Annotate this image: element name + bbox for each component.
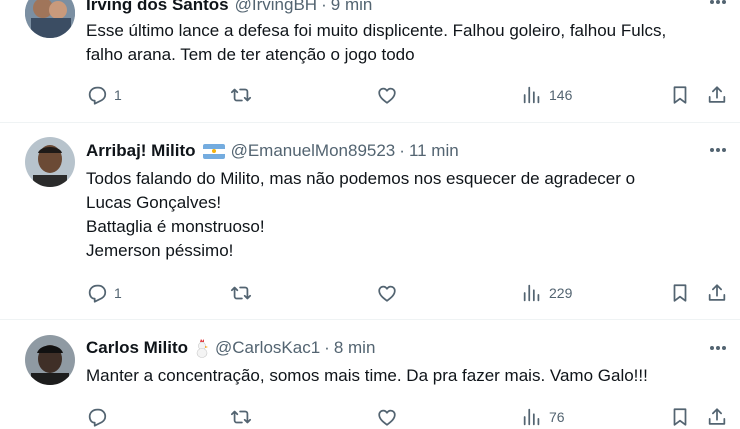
text-line: Esse último lance a defesa foi muito dis… — [86, 21, 667, 40]
author-handle[interactable]: @EmanuelMon89523 — [231, 141, 396, 161]
avatar[interactable] — [25, 335, 75, 385]
text-line: Manter a concentração, somos mais time. … — [86, 366, 648, 385]
timestamp[interactable]: 8 min — [334, 338, 376, 358]
bookmark-button[interactable] — [669, 83, 691, 107]
share-button[interactable] — [706, 405, 728, 429]
separator-dot: · — [399, 141, 405, 160]
more-icon — [710, 148, 714, 152]
text-line: Battaglia é monstruoso! — [86, 217, 265, 236]
like-icon — [378, 409, 396, 426]
author-name[interactable]: Irving dos Santos — [86, 0, 229, 15]
views-icon — [523, 86, 540, 104]
action-bar: 76 — [0, 405, 740, 429]
tweet-text: Todos falando do Milito, mas não podemos… — [86, 167, 726, 263]
text-line: Todos falando do Milito, mas não podemos… — [86, 169, 636, 188]
text-line: Jemerson péssimo! — [86, 241, 234, 260]
timestamp[interactable]: 11 min — [409, 141, 459, 161]
reply-button[interactable]: 1 — [86, 83, 122, 107]
more-icon — [710, 0, 714, 4]
share-icon — [708, 284, 726, 301]
reply-icon — [88, 408, 107, 427]
tweet-header: Arribaj! Milito @EmanuelMon89523 · 11 mi… — [86, 140, 459, 162]
views-icon — [523, 284, 540, 302]
views-icon — [523, 408, 540, 426]
author-handle[interactable]: @CarlosKac1 — [215, 338, 320, 358]
reply-count: 1 — [114, 285, 122, 301]
bookmark-button[interactable] — [669, 405, 691, 429]
views-button[interactable]: 76 — [521, 405, 565, 429]
separator-dot: · — [324, 338, 330, 357]
avatar-photo — [25, 335, 75, 385]
like-button[interactable] — [376, 405, 398, 429]
bookmark-icon — [673, 408, 687, 426]
more-button[interactable] — [706, 0, 730, 14]
like-icon — [378, 285, 396, 302]
share-button[interactable] — [706, 83, 728, 107]
retweet-icon — [230, 88, 252, 102]
retweet-icon — [230, 410, 252, 424]
tweet-1[interactable]: Irving dos Santos @IrvingBH · 9 min Esse… — [0, 0, 740, 124]
tweet-text: Manter a concentração, somos mais time. … — [86, 364, 726, 388]
views-count: 146 — [549, 87, 573, 103]
share-icon — [708, 86, 726, 103]
avatar-photo — [25, 137, 75, 187]
like-icon — [378, 87, 396, 104]
reply-icon — [88, 86, 107, 105]
action-bar: 1 146 — [0, 83, 740, 107]
more-button[interactable] — [706, 138, 730, 162]
retweet-button[interactable] — [230, 83, 252, 107]
reply-count: 1 — [114, 87, 122, 103]
bookmark-icon — [673, 86, 687, 104]
bookmark-icon — [673, 284, 687, 302]
views-button[interactable]: 229 — [521, 281, 572, 305]
more-button[interactable] — [706, 336, 730, 360]
like-button[interactable] — [376, 281, 398, 305]
views-button[interactable]: 146 — [521, 83, 572, 107]
tweet-3[interactable]: Carlos Milito @CarlosKac1 · 8 min Manter… — [0, 320, 740, 427]
tweet-text: Esse último lance a defesa foi muito dis… — [86, 19, 726, 67]
reply-button[interactable]: 1 — [86, 281, 122, 305]
timestamp[interactable]: 9 min — [331, 0, 373, 15]
chicken-emoji-icon — [195, 338, 209, 358]
retweet-button[interactable] — [230, 281, 252, 305]
argentina-flag-icon — [202, 143, 225, 159]
author-name[interactable]: Arribaj! Milito — [86, 141, 196, 161]
avatar[interactable] — [25, 0, 75, 38]
avatar[interactable] — [25, 137, 75, 187]
tweet-header: Carlos Milito @CarlosKac1 · 8 min — [86, 337, 375, 359]
separator-dot: · — [321, 0, 327, 14]
more-icon — [710, 346, 714, 350]
like-button[interactable] — [376, 83, 398, 107]
retweet-icon — [230, 286, 252, 300]
action-bar: 1 229 — [0, 281, 740, 305]
text-line: Lucas Gonçalves! — [86, 193, 222, 212]
bookmark-button[interactable] — [669, 281, 691, 305]
tweet-header: Irving dos Santos @IrvingBH · 9 min — [86, 0, 372, 16]
share-button[interactable] — [706, 281, 728, 305]
author-handle[interactable]: @IrvingBH — [235, 0, 317, 15]
author-name[interactable]: Carlos Milito — [86, 338, 188, 358]
views-count: 229 — [549, 285, 573, 301]
retweet-button[interactable] — [230, 405, 252, 429]
avatar-photo — [25, 0, 75, 38]
reply-button[interactable] — [86, 405, 114, 429]
share-icon — [708, 408, 726, 425]
views-count: 76 — [549, 409, 565, 425]
tweet-2[interactable]: Arribaj! Milito @EmanuelMon89523 · 11 mi… — [0, 123, 740, 319]
text-line: falho arana. Tem de ter atenção o jogo t… — [86, 45, 415, 64]
reply-icon — [88, 284, 107, 303]
